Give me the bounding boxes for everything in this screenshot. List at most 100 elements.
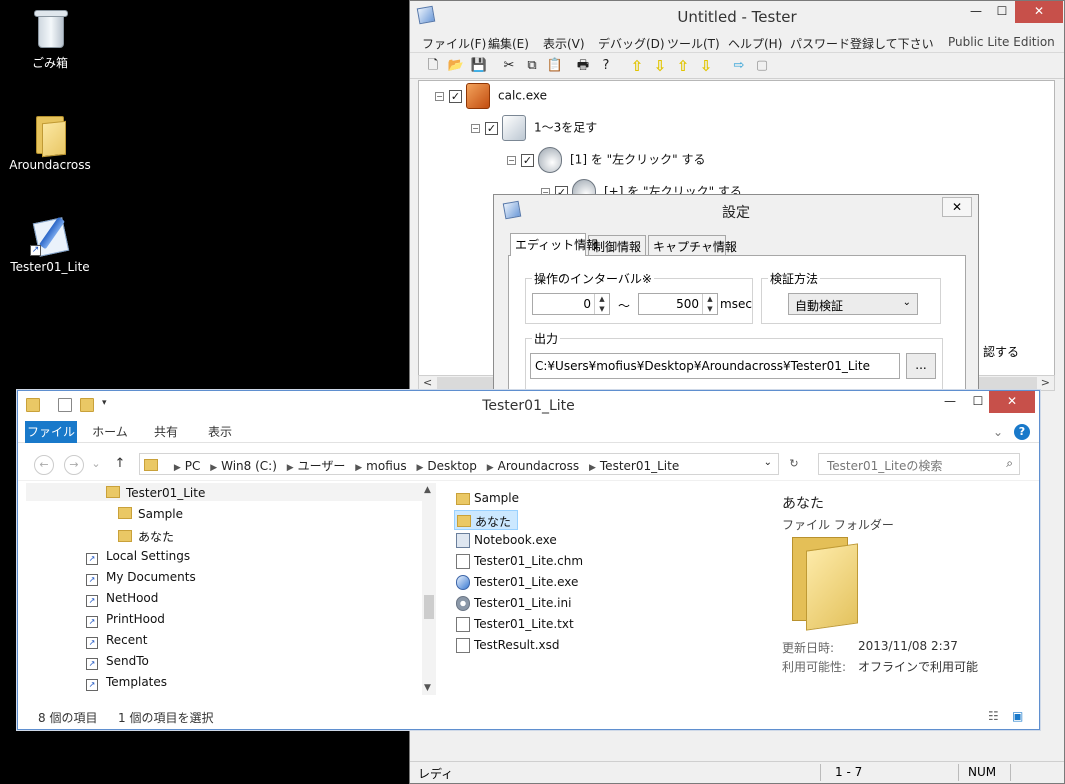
scroll-left-icon[interactable]: < <box>423 376 432 389</box>
browse-button[interactable]: ... <box>906 353 936 379</box>
scroll-right-icon[interactable]: > <box>1041 376 1050 389</box>
recent-locations-icon[interactable]: ⌄ <box>90 455 102 475</box>
tab-file[interactable]: ファイル <box>25 421 77 443</box>
close-button[interactable]: ✕ <box>989 391 1035 413</box>
save-icon[interactable]: 💾 <box>470 57 488 75</box>
breadcrumb-user[interactable]: mofius <box>366 459 406 473</box>
breadcrumb-aroundacross[interactable]: Aroundacross <box>498 459 580 473</box>
desktop-icon-tester[interactable]: ↗ Tester01_Lite <box>5 214 95 274</box>
large-icons-view-icon[interactable]: ▣ <box>1012 709 1023 723</box>
interval-max-input[interactable]: 500 ▲ ▼ <box>638 293 718 315</box>
open-icon[interactable]: 📂 <box>447 57 465 75</box>
dialog-close-button[interactable]: ✕ <box>942 197 972 217</box>
up-button[interactable]: ↑ <box>110 455 130 475</box>
nav-item-anata[interactable]: あなた <box>118 528 174 545</box>
breadcrumb-desktop[interactable]: Desktop <box>427 459 477 473</box>
details-view-icon[interactable]: ☷ <box>988 709 999 723</box>
nav-item-tester[interactable]: Tester01_Lite <box>106 486 205 500</box>
nav-item-nethood[interactable]: ↗ NetHood <box>86 591 158 607</box>
desktop-icon-recycle-bin[interactable]: ごみ箱 <box>5 8 95 71</box>
nav-item-local-settings[interactable]: ↗ Local Settings <box>86 549 190 565</box>
refresh-button[interactable]: ↻ <box>784 455 804 475</box>
minimize-button[interactable]: — <box>962 1 990 23</box>
help-icon[interactable]: ? <box>1014 424 1030 440</box>
minimize-button[interactable]: — <box>936 391 964 413</box>
scroll-down-icon[interactable]: ▼ <box>424 683 431 693</box>
nav-item-sample[interactable]: Sample <box>118 507 183 521</box>
nav-item-printhood[interactable]: ↗ PrintHood <box>86 612 165 628</box>
list-item[interactable]: Notebook.exe <box>454 531 557 551</box>
verify-group: 検証方法 自動検証 ⌄ <box>761 270 941 324</box>
arrow-bottom-icon[interactable]: ⇩ <box>697 57 715 75</box>
menu-debug[interactable]: デバッグ(D) <box>598 35 665 52</box>
node-checkbox[interactable]: ✓ <box>485 121 498 135</box>
list-item-selected[interactable]: あなた <box>454 510 519 530</box>
tab-view[interactable]: 表示 <box>198 421 242 443</box>
search-input[interactable]: Tester01_Liteの検索 ⌕ <box>818 453 1020 475</box>
tab-home[interactable]: ホーム <box>86 421 134 443</box>
collapse-icon[interactable]: − <box>507 155 516 165</box>
scroll-thumb[interactable] <box>424 595 434 619</box>
copy-icon[interactable]: ⧉ <box>523 57 541 75</box>
print-icon[interactable]: 🖶 <box>574 57 592 75</box>
nav-item-templates[interactable]: ↗ Templates <box>86 675 167 691</box>
menu-tools[interactable]: ツール(T) <box>667 35 720 52</box>
menu-file[interactable]: ファイル(F) <box>422 35 486 52</box>
nav-vertical-scrollbar[interactable]: ▲ ▼ <box>422 483 436 695</box>
node-checkbox[interactable]: ✓ <box>449 89 462 103</box>
list-item[interactable]: Tester01_Lite.chm <box>454 552 583 572</box>
nav-item-recent[interactable]: ↗ Recent <box>86 633 147 649</box>
tab-capture-info[interactable]: キャプチャ情報 <box>648 235 737 255</box>
breadcrumb-tester[interactable]: Tester01_Lite <box>600 459 679 473</box>
stop-icon[interactable]: ▢ <box>753 57 771 75</box>
back-button[interactable]: ← <box>34 455 54 475</box>
output-path-input[interactable]: C:¥Users¥mofius¥Desktop¥Aroundacross¥Tes… <box>530 353 900 379</box>
tree-node-group[interactable]: − ✓ 1～3を足す <box>471 115 597 141</box>
maximize-button[interactable]: ☐ <box>988 1 1016 23</box>
close-button[interactable]: ✕ <box>1015 1 1063 23</box>
chevron-down-icon[interactable]: ⌄ <box>988 421 1008 443</box>
breadcrumb-drive[interactable]: Win8 (C:) <box>221 459 277 473</box>
nav-item-sendto[interactable]: ↗ SendTo <box>86 654 149 670</box>
tree-node-calc[interactable]: − ✓ calc.exe <box>435 83 547 109</box>
cut-icon[interactable]: ✂ <box>500 57 518 75</box>
maximize-button[interactable]: ☐ <box>964 391 992 413</box>
desktop-icon-aroundacross[interactable]: Aroundacross <box>5 112 95 172</box>
breadcrumb-pc[interactable]: PC <box>185 459 201 473</box>
tab-edit-info[interactable]: エディット情報 <box>510 233 598 256</box>
address-bar[interactable]: ▶ PC ▶ Win8 (C:) ▶ ユーザー ▶ mofius ▶ Desktop ▶ A… <box>139 453 779 475</box>
list-item[interactable]: Tester01_Lite.exe <box>454 573 578 593</box>
arrow-top-icon[interactable]: ⇧ <box>674 57 692 75</box>
verify-method-select[interactable]: 自動検証 ⌄ <box>788 293 918 315</box>
new-icon[interactable]: 🗋 <box>424 57 442 75</box>
interval-min-input[interactable]: 0 ▲ ▼ <box>532 293 610 315</box>
list-item[interactable]: Tester01_Lite.ini <box>454 594 571 614</box>
breadcrumb-users[interactable]: ユーザー <box>298 457 346 474</box>
tab-share[interactable]: 共有 <box>144 421 188 443</box>
paste-icon[interactable]: 📋 <box>546 57 564 75</box>
collapse-icon[interactable]: − <box>435 91 444 101</box>
menu-view[interactable]: 表示(V) <box>543 35 585 52</box>
arrow-down-icon[interactable]: ⇩ <box>651 57 669 75</box>
menu-register-password[interactable]: パスワード登録して下さい <box>790 35 934 52</box>
scroll-up-icon[interactable]: ▲ <box>424 485 431 495</box>
list-item[interactable]: Tester01_Lite.txt <box>454 615 574 635</box>
list-item[interactable]: TestResult.xsd <box>454 636 560 656</box>
forward-button[interactable]: → <box>64 455 84 475</box>
node-checkbox[interactable]: ✓ <box>521 153 534 167</box>
collapse-icon[interactable]: − <box>471 123 480 133</box>
tree-node-click-1[interactable]: − ✓ [1] を "左クリック" する <box>507 147 705 173</box>
nav-item-my-documents[interactable]: ↗ My Documents <box>86 570 196 586</box>
recycle-bin-icon <box>30 8 70 50</box>
interval-tilde: ～ <box>618 299 631 313</box>
spin-arrows-icon[interactable]: ▲ ▼ <box>594 294 609 314</box>
availability-label: 利用可能性: <box>782 660 847 674</box>
list-item[interactable]: Sample <box>454 489 519 509</box>
menu-edit[interactable]: 編集(E) <box>488 35 529 52</box>
menu-help[interactable]: ヘルプ(H) <box>728 35 782 52</box>
arrow-up-icon[interactable]: ⇧ <box>628 57 646 75</box>
run-icon[interactable]: ⇨ <box>730 57 748 75</box>
chevron-down-icon[interactable]: ⌄ <box>764 457 772 468</box>
help-icon[interactable]: ? <box>597 57 615 75</box>
spin-arrows-icon[interactable]: ▲ ▼ <box>702 294 717 314</box>
